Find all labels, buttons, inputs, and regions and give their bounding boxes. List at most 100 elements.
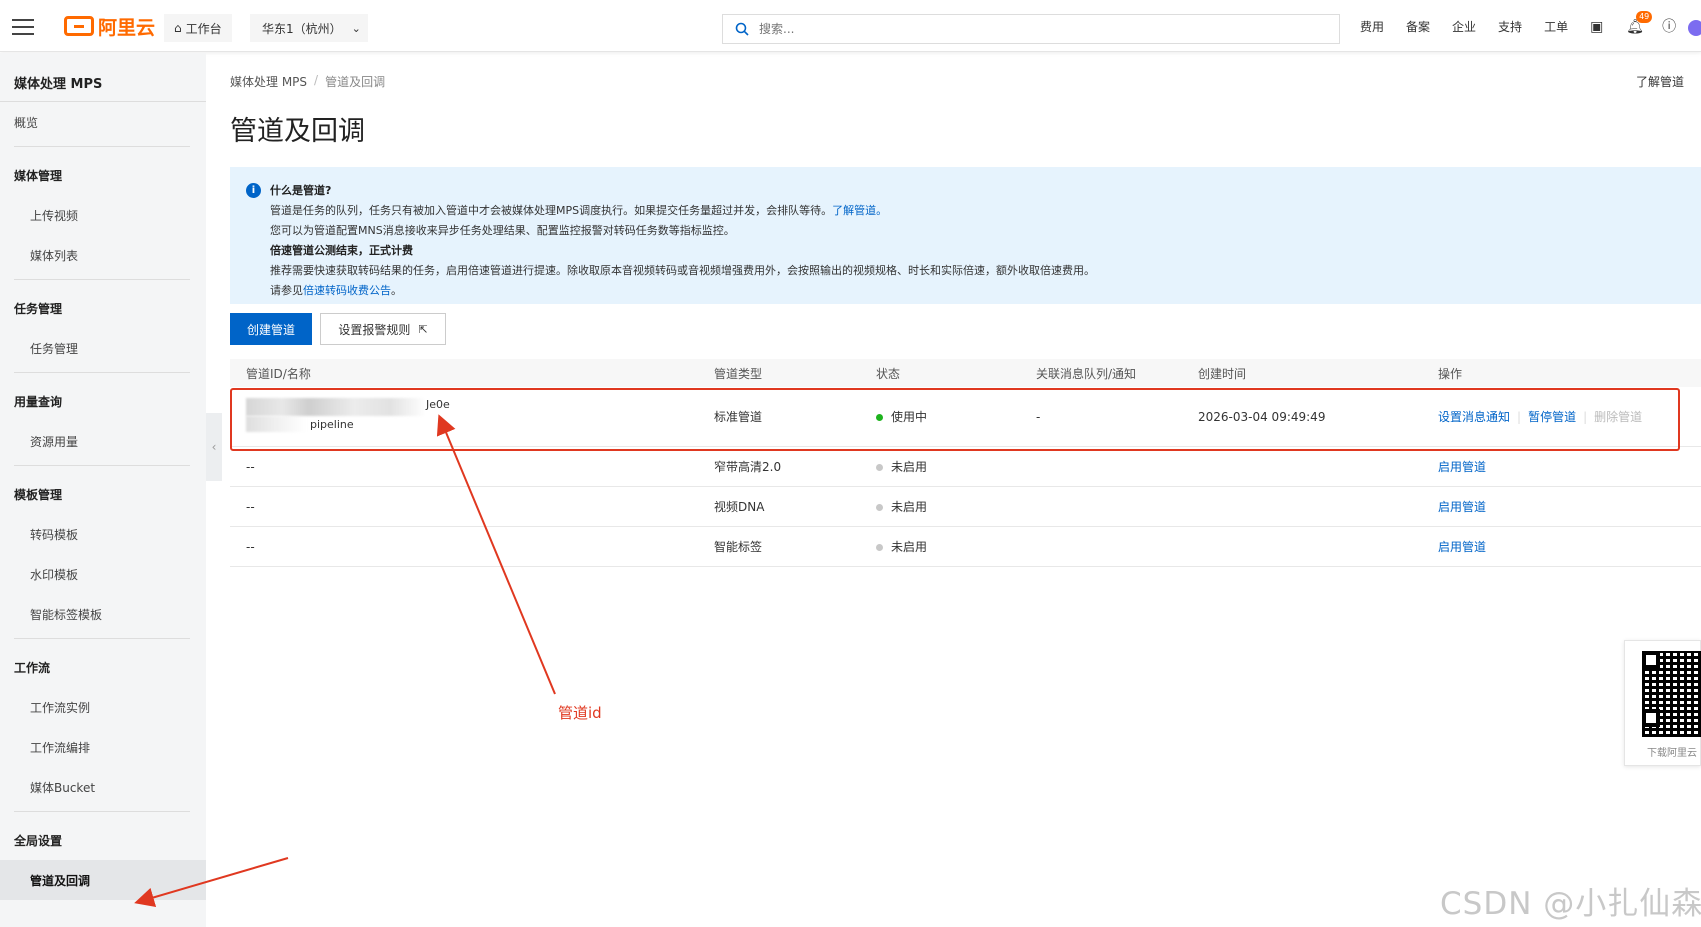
- qr-code-card[interactable]: 下载阿里云: [1624, 640, 1701, 766]
- info-line: 管道是任务的队列，任务只有被加入管道中才会被媒体处理MPS调度执行。如果提交任务…: [270, 204, 888, 217]
- search-input[interactable]: [759, 22, 1299, 36]
- pause-pipeline-link[interactable]: 暂停管道: [1528, 408, 1576, 425]
- help-icon[interactable]: ⓘ: [1662, 19, 1678, 35]
- watermark: CSDN @小扎仙森: [1440, 886, 1701, 922]
- pipeline-type: 智能标签: [714, 540, 763, 554]
- top-bar: 阿里云 ⌂ 工作台 华东1（杭州） ⌄ 费用 备案 企业 支持 工单 ▣ 🔔︎4…: [0, 0, 1701, 52]
- nav-icp[interactable]: 备案: [1406, 18, 1430, 35]
- sidebar-group-global-settings[interactable]: 全局设置: [0, 820, 206, 860]
- pipeline-ops: 启用管道: [1438, 458, 1701, 475]
- sidebar-item-watermark-template[interactable]: 水印模板: [0, 554, 206, 594]
- delete-pipeline-link: 删除管道: [1594, 410, 1643, 424]
- pipeline-ops: 设置消息通知 | 暂停管道 | 删除管道: [1438, 408, 1701, 425]
- status-dot-icon: [876, 544, 883, 551]
- pipeline-id-tail[interactable]: Je0e: [426, 398, 450, 411]
- aliyun-logo[interactable]: 阿里云: [64, 14, 156, 39]
- pricing-announcement-link[interactable]: 倍速转码收费公告: [303, 284, 391, 297]
- sidebar-divider: [14, 372, 190, 373]
- sidebar-item-upload-video[interactable]: 上传视频: [0, 195, 206, 235]
- workbench-label: 工作台: [185, 21, 222, 36]
- create-pipeline-button[interactable]: 创建管道: [230, 313, 312, 345]
- bell-icon[interactable]: 🔔︎ 49: [1626, 10, 1653, 35]
- sidebar-group-media[interactable]: 媒体管理: [0, 155, 206, 195]
- table-header: 管道ID/名称 管道类型 状态 关联消息队列/通知 创建时间 操作: [230, 359, 1701, 387]
- breadcrumb-current: 管道及回调: [325, 75, 386, 89]
- pipeline-status: 未启用: [876, 498, 1036, 515]
- redacted-id: [246, 415, 306, 432]
- col-header: 操作: [1438, 366, 1463, 381]
- sidebar-item-task-management[interactable]: 任务管理: [0, 328, 206, 368]
- sidebar-item-smart-tag-template[interactable]: 智能标签模板: [0, 594, 206, 634]
- external-link-icon: ⇱: [418, 323, 428, 336]
- qr-eye: [1642, 651, 1660, 669]
- info-line: 推荐需要快速获取转码结果的任务，启用倍速管道进行提速。除收取原本音视频转码或音视…: [270, 264, 1095, 277]
- col-header: 创建时间: [1198, 366, 1247, 381]
- enable-pipeline-link[interactable]: 启用管道: [1438, 458, 1486, 475]
- menu-icon[interactable]: [12, 19, 34, 35]
- info-heading: 什么是管道?: [270, 184, 332, 197]
- pipeline-id-cell: --: [246, 499, 255, 514]
- pipeline-id-cell: --: [246, 459, 255, 474]
- op-separator: |: [1517, 409, 1522, 424]
- sidebar-collapse-handle[interactable]: ‹: [206, 413, 222, 481]
- sidebar-item-pipeline-callback[interactable]: 管道及回调: [0, 860, 206, 900]
- sidebar-item-media-list[interactable]: 媒体列表: [0, 235, 206, 275]
- col-header: 关联消息队列/通知: [1036, 366, 1137, 381]
- breadcrumb: 媒体处理 MPS / 管道及回调: [230, 73, 385, 90]
- nav-enterprise[interactable]: 企业: [1452, 18, 1476, 35]
- sidebar-item-workflow-orchestration[interactable]: 工作流编排: [0, 727, 206, 767]
- pipeline-type: 视频DNA: [714, 500, 765, 514]
- set-notification-link[interactable]: 设置消息通知: [1438, 408, 1510, 425]
- annotation-label: 管道id: [558, 704, 602, 722]
- pipeline-status: 使用中: [876, 408, 1036, 425]
- pipeline-created: 2026-03-04 09:49:49: [1198, 409, 1326, 424]
- pipeline-id-cell: Je0e pipeline: [230, 394, 714, 440]
- table-row: -- 智能标签 未启用 启用管道: [230, 527, 1701, 567]
- nav-fees[interactable]: 费用: [1360, 18, 1384, 35]
- chevron-down-icon: ⌄: [351, 21, 361, 35]
- pipeline-id-cell: --: [246, 539, 255, 554]
- learn-pipeline-link[interactable]: 了解管道: [1636, 73, 1684, 90]
- sidebar: 媒体处理 MPS 概览 媒体管理 上传视频 媒体列表 任务管理 任务管理 用量查…: [0, 53, 206, 927]
- sidebar-group-task[interactable]: 任务管理: [0, 288, 206, 328]
- region-label: 华东1（杭州）: [262, 21, 342, 36]
- sidebar-group-workflow[interactable]: 工作流: [0, 647, 206, 687]
- sidebar-divider: [14, 811, 190, 812]
- sidebar-item-transcode-template[interactable]: 转码模板: [0, 514, 206, 554]
- region-selector[interactable]: 华东1（杭州） ⌄: [250, 14, 368, 42]
- table-row: Je0e pipeline 标准管道 使用中 - 2026-03-04 09:4…: [230, 387, 1701, 447]
- info-banner: i 什么是管道? 管道是任务的队列，任务只有被加入管道中才会被媒体处理MPS调度…: [230, 167, 1701, 304]
- sidebar-item-overview[interactable]: 概览: [0, 102, 206, 142]
- alarm-rules-label: 设置报警规则: [338, 322, 411, 337]
- col-header: 管道类型: [714, 366, 763, 381]
- main-content: 媒体处理 MPS / 管道及回调 了解管道 管道及回调 i 什么是管道? 管道是…: [230, 53, 1701, 927]
- learn-pipeline-inline-link[interactable]: 了解管道。: [832, 204, 887, 217]
- terminal-icon[interactable]: ▣: [1590, 19, 1606, 35]
- pipeline-status: 未启用: [876, 538, 1036, 555]
- page-title: 管道及回调: [230, 116, 365, 147]
- info-icon: i: [246, 183, 261, 198]
- enable-pipeline-link[interactable]: 启用管道: [1438, 538, 1486, 555]
- pipeline-status: 未启用: [876, 458, 1036, 475]
- sidebar-item-workflow-instance[interactable]: 工作流实例: [0, 687, 206, 727]
- notification-badge: 49: [1636, 10, 1653, 23]
- table-row: -- 视频DNA 未启用 启用管道: [230, 487, 1701, 527]
- pipeline-type: 标准管道: [714, 410, 763, 424]
- sidebar-item-media-bucket[interactable]: 媒体Bucket: [0, 767, 206, 807]
- sidebar-group-template[interactable]: 模板管理: [0, 474, 206, 514]
- nav-ticket[interactable]: 工单: [1544, 18, 1568, 35]
- avatar[interactable]: [1688, 20, 1701, 36]
- sidebar-group-usage[interactable]: 用量查询: [0, 381, 206, 421]
- search-box[interactable]: [722, 14, 1340, 44]
- enable-pipeline-link[interactable]: 启用管道: [1438, 498, 1486, 515]
- home-icon: ⌂: [174, 21, 182, 35]
- breadcrumb-mps[interactable]: 媒体处理 MPS: [230, 73, 307, 90]
- alarm-rules-button[interactable]: 设置报警规则 ⇱: [320, 313, 446, 345]
- redacted-id: [246, 397, 426, 416]
- status-dot-icon: [876, 414, 883, 421]
- nav-support[interactable]: 支持: [1498, 18, 1522, 35]
- sidebar-item-resource-usage[interactable]: 资源用量: [0, 421, 206, 461]
- workbench-button[interactable]: ⌂ 工作台: [164, 14, 232, 42]
- logo-text: 阿里云: [98, 16, 156, 39]
- info-heading: 倍速管道公测结束，正式计费: [270, 244, 413, 257]
